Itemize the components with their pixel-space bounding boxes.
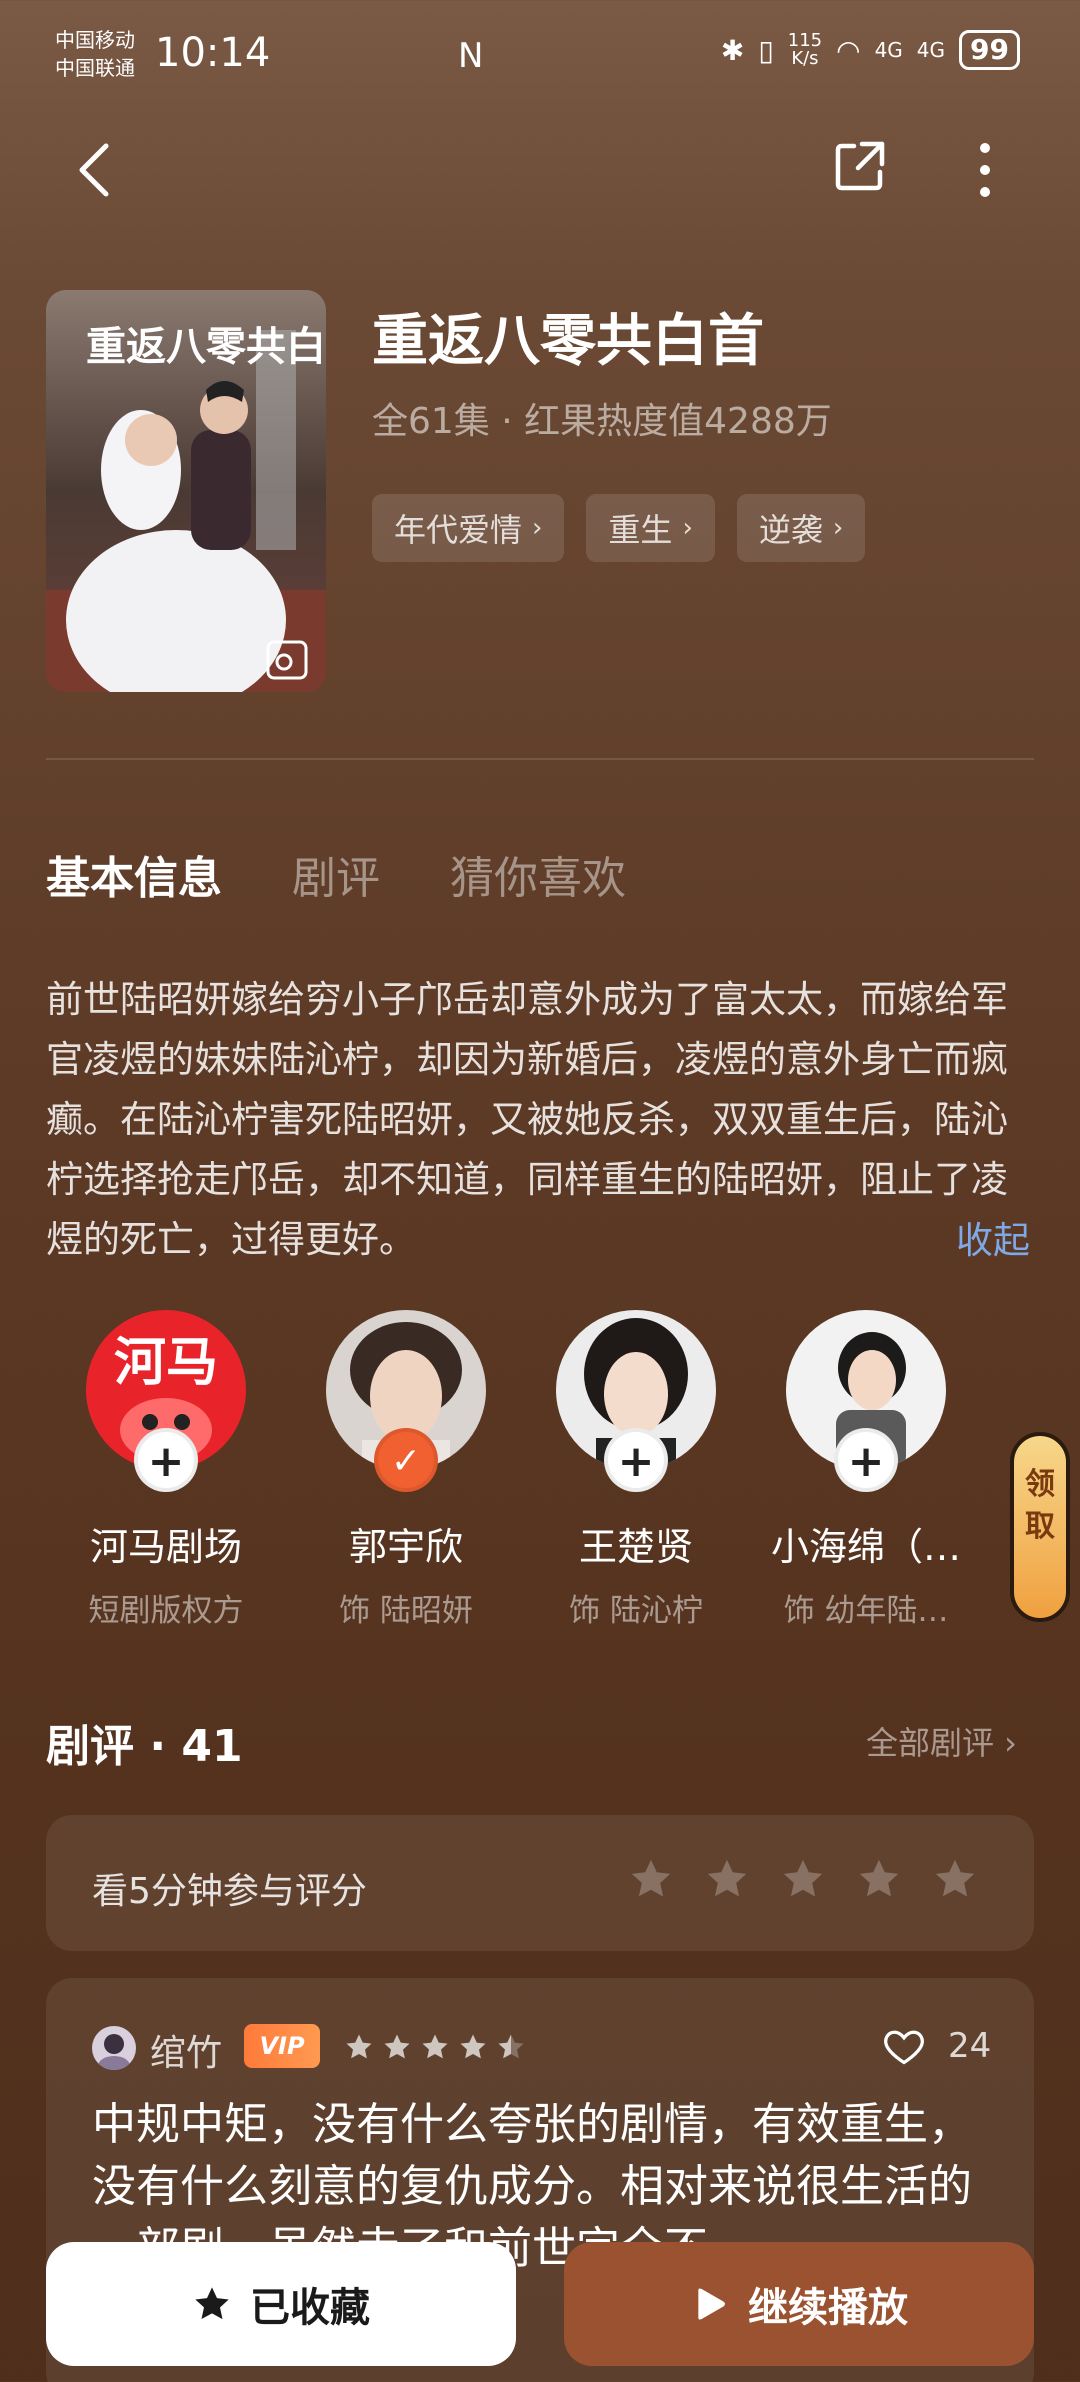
star-icon[interactable]: [780, 1856, 826, 1902]
star-icon[interactable]: [704, 1856, 750, 1902]
chevron-right-icon: ›: [682, 513, 693, 543]
star-icon: [422, 2034, 448, 2059]
drama-poster[interactable]: 重返八零共白首: [46, 290, 326, 692]
status-bar: 中国移动 中国联通 10:14 N ✱ ▯ 115 K/s ◠ 4G 4G 99: [0, 0, 1080, 110]
tag-list: 年代爱情 › 重生 › 逆袭 ›: [372, 494, 866, 562]
signal-2-icon: 4G: [916, 38, 946, 62]
divider: [46, 758, 1034, 760]
tag-chip[interactable]: 重生 ›: [586, 494, 715, 562]
star-half-icon: [498, 2034, 524, 2059]
star-icon[interactable]: [628, 1856, 674, 1902]
system-icons: ✱ ▯ 115 K/s ◠ 4G 4G 99: [721, 30, 1020, 70]
bluetooth-icon: ✱: [720, 33, 745, 67]
clock: 10:14: [155, 30, 271, 76]
net-speed-unit: K/s: [791, 48, 819, 69]
rating-prompt: 看5分钟参与评分: [92, 1871, 367, 1912]
cast-name: 河马剧场: [89, 1525, 242, 1569]
heart-icon[interactable]: [882, 2024, 926, 2068]
reviewer-avatar[interactable]: [92, 2026, 136, 2070]
net-speed: 115 K/s: [788, 32, 822, 68]
cast-role: 饰 幼年陆…: [783, 1593, 949, 1629]
carrier-info: 中国移动 中国联通: [55, 26, 135, 82]
battery-icon: 99: [959, 30, 1020, 70]
rating-stars[interactable]: [628, 1856, 978, 1902]
review-rating: [344, 2032, 526, 2062]
cast-member[interactable]: + 小海绵（… 饰 幼年陆…: [746, 1310, 986, 1630]
carrier-2: 中国联通: [55, 56, 135, 80]
tab-bar: 基本信息 剧评 猜你喜欢: [46, 842, 626, 906]
cast-name: 小海绵（…: [770, 1525, 961, 1569]
drama-title: 重返八零共白首: [372, 309, 764, 374]
follow-add-icon[interactable]: +: [134, 1428, 198, 1492]
tab-reviews[interactable]: 剧评: [292, 842, 380, 906]
star-icon: [460, 2034, 486, 2059]
star-icon: [346, 2034, 372, 2059]
chevron-right-icon: ›: [532, 513, 543, 543]
star-icon[interactable]: [856, 1856, 902, 1902]
reward-float-button[interactable]: 领 取: [1010, 1432, 1070, 1622]
cast-list: 河马 + 河马剧场 短剧版权方 ✓ 郭宇欣 饰 陆昭妍 + 王楚贤 饰 陆沁柠 …: [46, 1310, 1036, 1630]
chevron-right-icon: ›: [832, 513, 844, 543]
tag-chip[interactable]: 年代爱情 ›: [372, 494, 565, 562]
reviews-header: 剧评 · 41: [46, 1721, 243, 1772]
follow-add-icon[interactable]: +: [834, 1428, 898, 1492]
signal-1-icon: 4G: [874, 38, 903, 62]
poster-title: 重返八零共白首: [86, 323, 326, 370]
favorite-label: 已收藏: [250, 2285, 370, 2331]
reward-label-1: 领: [1025, 1467, 1055, 1502]
play-label: 继续播放: [748, 2285, 908, 2331]
wifi-icon: ◠: [836, 33, 861, 67]
collapse-button[interactable]: 收起: [956, 1210, 1030, 1264]
tag-chip[interactable]: 逆袭 ›: [736, 494, 866, 562]
play-icon: [698, 2288, 725, 2320]
reward-label-2: 取: [1025, 1509, 1055, 1544]
back-icon[interactable]: [70, 140, 120, 200]
continue-play-button[interactable]: 继续播放: [564, 2242, 1034, 2366]
favorite-button[interactable]: 已收藏: [46, 2242, 516, 2366]
tab-basic-info[interactable]: 基本信息: [46, 842, 222, 906]
vip-badge: VIP: [244, 2024, 320, 2068]
all-reviews-link[interactable]: 全部剧评 ›: [866, 1718, 1017, 1764]
cast-role: 短剧版权方: [88, 1593, 244, 1629]
carrier-1: 中国移动: [55, 28, 135, 52]
tag-label: 重生: [608, 511, 673, 549]
cast-role: 饰 陆沁柠: [569, 1593, 703, 1629]
vibrate-icon: ▯: [758, 33, 774, 67]
studio-logo-text: 河马: [114, 1333, 218, 1393]
drama-meta: 全61集 · 红果热度值4288万: [372, 401, 832, 442]
followed-check-icon[interactable]: ✓: [374, 1428, 438, 1492]
star-icon: [384, 2034, 410, 2059]
tab-recommend[interactable]: 猜你喜欢: [450, 842, 626, 906]
star-icon[interactable]: [932, 1856, 978, 1902]
star-filled-icon: [195, 2287, 229, 2320]
cast-member[interactable]: ✓ 郭宇欣 饰 陆昭妍: [286, 1310, 526, 1630]
cast-role: 饰 陆昭妍: [339, 1593, 473, 1629]
cast-name: 郭宇欣: [348, 1525, 463, 1569]
tag-label: 逆袭: [758, 511, 823, 549]
reviewer-name[interactable]: 绾竹: [150, 2024, 222, 2076]
nfc-icon: N: [458, 36, 484, 76]
more-icon[interactable]: [970, 140, 1000, 200]
tag-label: 年代爱情: [394, 511, 523, 549]
share-icon[interactable]: [832, 138, 888, 194]
cast-member[interactable]: 河马 + 河马剧场 短剧版权方: [46, 1310, 286, 1630]
follow-add-icon[interactable]: +: [604, 1428, 668, 1492]
cast-member[interactable]: + 王楚贤 饰 陆沁柠: [516, 1310, 756, 1630]
like-count: 24: [948, 2026, 992, 2066]
cast-name: 王楚贤: [578, 1525, 693, 1569]
synopsis-text: 前世陆昭妍嫁给穷小子邝岳却意外成为了富太太，而嫁给军官凌煜的妹妹陆沁柠，却因为新…: [46, 978, 1008, 1261]
